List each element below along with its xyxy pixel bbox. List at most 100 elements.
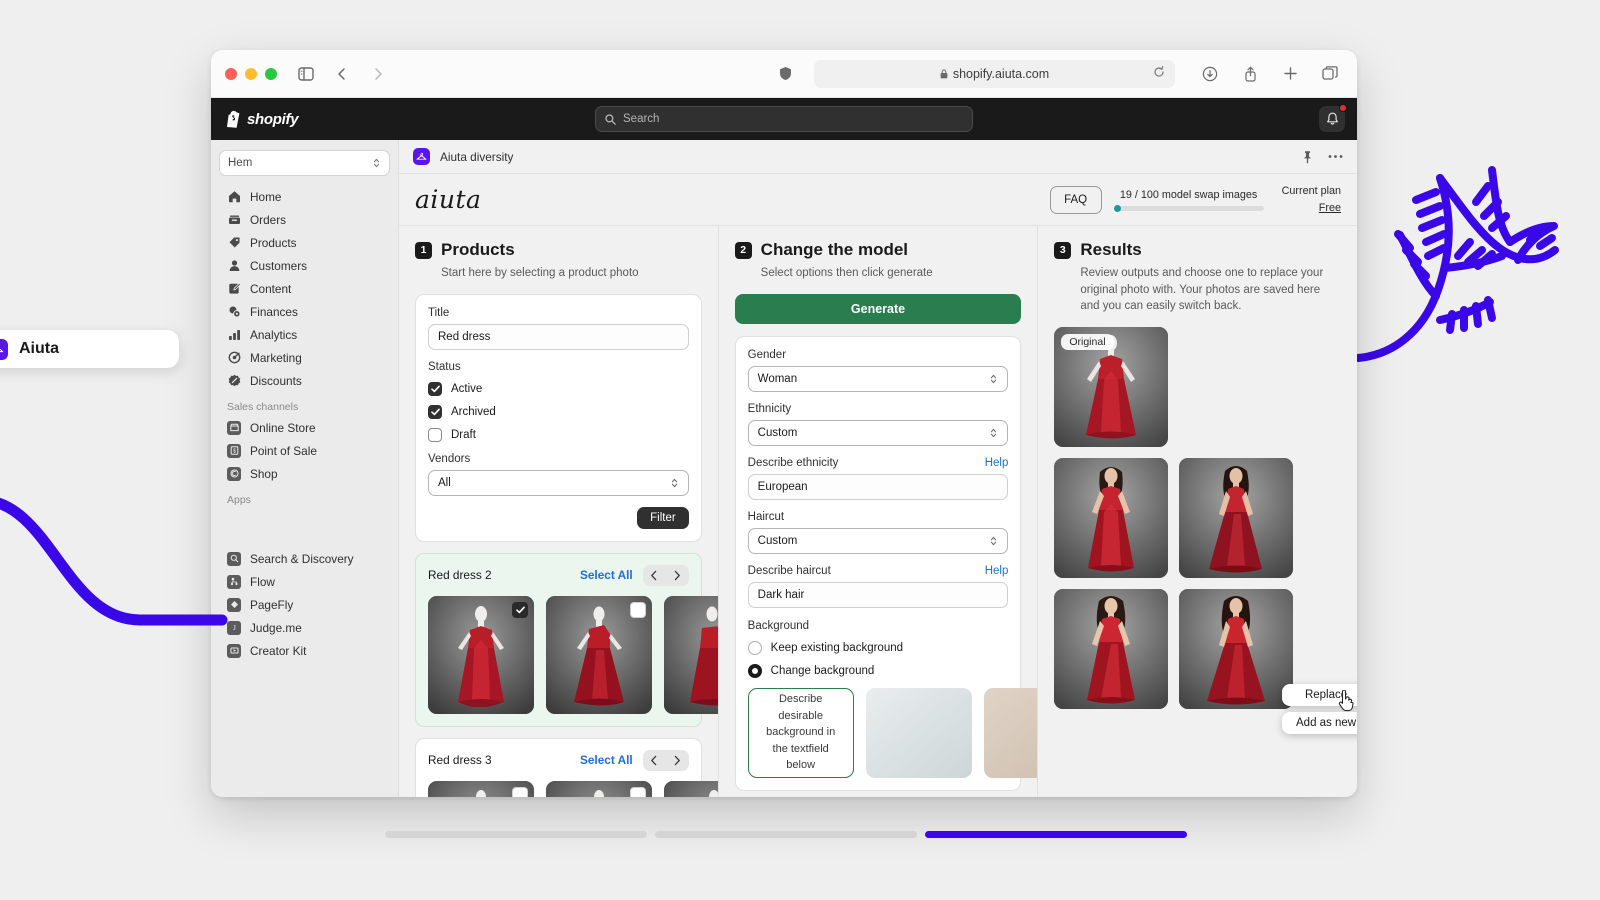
background-swatch-grey[interactable] [865,687,972,778]
window-controls[interactable] [225,67,277,80]
sidebar-item-shop[interactable]: Shop [219,462,390,485]
tab-overview-icon[interactable] [1317,61,1343,87]
thumbnail-checkbox[interactable] [512,601,528,618]
sidebar-toggle-icon[interactable] [293,61,319,87]
minimize-window-button[interactable] [245,67,257,80]
progress-bar-3-active[interactable] [925,831,1187,838]
sidebar-item-point-of-sale[interactable]: $ Point of Sale [219,439,390,462]
plan-label: Current plan [1281,185,1341,197]
describe-ethnicity-input[interactable]: European [747,473,1009,500]
sidebar-item-products[interactable]: Products [219,231,390,254]
share-icon[interactable] [1237,61,1263,87]
pin-icon[interactable] [1301,150,1314,164]
result-original[interactable]: Original [1054,327,1169,448]
background-swatch-custom[interactable]: Describe desirable background in the tex… [747,687,854,778]
checkbox-active[interactable] [428,381,442,396]
result-image-hovered[interactable] [1054,589,1169,710]
vendors-value: All [438,476,451,489]
model-column: 2 Change the model Select options then c… [717,226,1038,797]
sidebar-item-judgeme[interactable]: J Judge.me [219,616,390,639]
sidebar-item-customers[interactable]: Customers [219,254,390,277]
search-input[interactable]: Search [595,106,973,132]
result-image[interactable] [1179,458,1294,579]
shield-icon[interactable] [772,61,798,87]
download-icon[interactable] [1197,61,1223,87]
sidebar-item-marketing[interactable]: Marketing [219,346,390,369]
background-swatches: Describe desirable background in the tex… [747,687,1038,778]
carousel-nav[interactable] [642,749,689,771]
chevron-updown-icon [991,374,997,383]
select-all-link[interactable]: Select All [580,753,633,767]
result-image[interactable] [1054,458,1169,579]
result-image[interactable] [1179,589,1294,710]
store-selector[interactable]: Hem [219,150,390,176]
product-thumbnail[interactable] [428,595,534,714]
checkbox-draft[interactable] [428,427,442,442]
radio-keep-background[interactable] [747,640,762,655]
thumbnail-checkbox[interactable] [512,786,528,797]
add-as-new-button[interactable]: Add as new [1282,712,1357,734]
model-subtitle: Select options then click generate [760,267,933,279]
carousel-next-button[interactable] [666,565,689,586]
sidebar-item-aiuta-highlighted[interactable]: Aiuta [0,330,179,368]
gender-select[interactable]: Woman [747,365,1009,392]
radio-change-background[interactable] [747,663,762,678]
help-link-haircut[interactable]: Help [985,565,1009,577]
progress-bar-2[interactable] [655,831,917,838]
close-window-button[interactable] [225,67,237,80]
title-input[interactable]: Red dress [428,323,689,350]
status-option-archived[interactable]: Archived [428,404,689,419]
product-thumbnail[interactable] [546,780,652,797]
vendors-select[interactable]: All [428,469,689,496]
sidebar-item-pagefly[interactable]: PageFly [219,593,390,616]
product-thumbnail[interactable] [546,595,652,714]
sidebar-item-home[interactable]: Home [219,185,390,208]
notifications-button[interactable] [1319,104,1347,132]
product-thumbnail[interactable] [664,595,718,714]
sidebar-item-content[interactable]: Content [219,277,390,300]
status-option-draft[interactable]: Draft [428,427,689,442]
help-link-ethnicity[interactable]: Help [985,457,1009,469]
reload-icon[interactable] [1153,65,1165,83]
forward-button[interactable] [365,61,391,87]
background-option-keep[interactable]: Keep existing background [747,640,1009,655]
background-option-change[interactable]: Change background [747,663,1009,678]
describe-haircut-input[interactable]: Dark hair [747,581,1009,608]
sidebar-item-online-store[interactable]: Online Store [219,416,390,439]
product-thumbnail[interactable] [428,780,534,797]
thumbnail-checkbox[interactable] [630,786,646,797]
generate-button[interactable]: Generate [734,293,1022,324]
filter-button[interactable]: Filter [637,506,689,529]
carousel-prev-button[interactable] [643,565,666,586]
sidebar-item-search-discovery[interactable]: Search & Discovery [219,547,390,570]
plus-icon[interactable] [1277,61,1303,87]
haircut-select[interactable]: Custom [747,527,1009,554]
ethnicity-select[interactable]: Custom [747,419,1009,446]
shopify-logo[interactable]: shopify [225,110,299,128]
ellipsis-icon[interactable] [1328,154,1343,159]
progress-bar-1[interactable] [385,831,647,838]
checkbox-archived[interactable] [428,404,442,419]
back-button[interactable] [329,61,355,87]
sidebar-item-creator-kit[interactable]: Creator Kit [219,639,390,662]
plan-value-link[interactable]: Free [1282,202,1341,214]
address-bar[interactable]: shopify.aiuta.com [814,59,1175,88]
maximize-window-button[interactable] [265,67,277,80]
select-all-link[interactable]: Select All [580,568,633,582]
sidebar-item-finances[interactable]: Finances [219,300,390,323]
products-header: 1 Products [415,240,702,260]
thumbnail-checkbox[interactable] [630,601,646,618]
carousel-nav[interactable] [642,564,689,586]
background-swatch-beige[interactable] [983,687,1038,778]
faq-button[interactable]: FAQ [1049,185,1102,214]
status-option-active[interactable]: Active [428,381,689,396]
sidebar-item-discounts[interactable]: Discounts [219,369,390,392]
product-thumbnail[interactable] [664,780,718,797]
sidebar-item-flow[interactable]: Flow [219,570,390,593]
describe-haircut-label: Describe haircut [747,564,831,577]
sidebar-item-analytics[interactable]: Analytics [219,323,390,346]
carousel-next-button[interactable] [666,750,689,771]
carousel-prev-button[interactable] [643,750,666,771]
sidebar-item-orders[interactable]: Orders [219,208,390,231]
app-brandbar: aiuta FAQ 19 / 100 model swap images Cur… [399,174,1357,226]
